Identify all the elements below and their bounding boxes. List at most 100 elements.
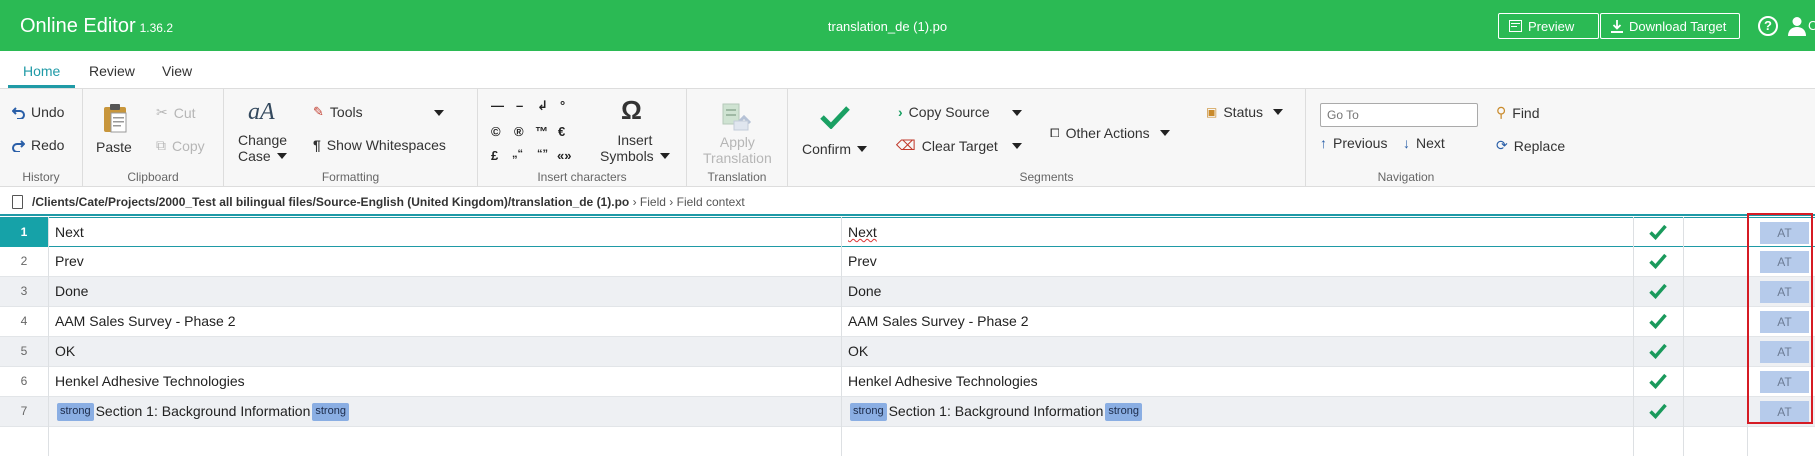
source-cell[interactable]: Prev <box>55 247 84 276</box>
undo-label: Undo <box>31 104 65 120</box>
chevron-right-icon: › <box>898 104 903 120</box>
symbol-em-dash[interactable]: — <box>491 98 504 113</box>
replace-button[interactable]: ⟳ Replace <box>1496 137 1565 154</box>
search-icon: ⚲ <box>1496 104 1507 120</box>
status-button[interactable]: ▣ Status <box>1206 104 1284 120</box>
segment-number: 3 <box>20 284 28 298</box>
symbol-guillemets[interactable]: «» <box>557 148 571 163</box>
segment-number: 2 <box>20 254 28 268</box>
segment-row[interactable]: 6 Henkel Adhesive Technologies Henkel Ad… <box>0 367 1815 397</box>
undo-button[interactable]: Undo <box>12 104 64 120</box>
column-divider <box>1633 217 1634 456</box>
chevron-down-icon[interactable] <box>1012 110 1022 116</box>
tag-strong-close[interactable]: strong <box>1105 403 1142 422</box>
target-cell[interactable]: strong Section 1: Background Information s… <box>848 397 1144 426</box>
download-target-label: Download Target <box>1629 18 1727 34</box>
symbol-english-quotes[interactable]: “” <box>537 148 548 160</box>
preview-button[interactable]: Preview <box>1498 13 1599 39</box>
paste-icon[interactable] <box>103 103 127 133</box>
cut-label: Cut <box>173 104 196 121</box>
goto-input[interactable] <box>1320 103 1478 127</box>
segment-row[interactable]: 5 OK OK AT <box>0 337 1815 367</box>
symbol-en-dash[interactable]: – <box>516 98 523 113</box>
source-cell[interactable]: Next <box>55 218 84 247</box>
redo-icon <box>12 139 25 152</box>
show-whitespaces-button[interactable]: ¶ Show Whitespaces <box>313 137 446 153</box>
insert-symbols-label-1: Insert <box>617 132 653 148</box>
cut-button[interactable]: ✂ Cut <box>156 104 196 121</box>
segment-row[interactable]: 1 Next Next AT <box>0 217 1815 247</box>
clear-target-button[interactable]: ⌫ Clear Target <box>896 137 998 154</box>
paste-button[interactable]: Paste <box>96 139 132 155</box>
source-cell[interactable]: Henkel Adhesive Technologies <box>55 367 245 396</box>
copy-icon: ⧉ <box>156 137 166 153</box>
previous-button[interactable]: ↑ Previous <box>1320 135 1387 151</box>
symbol-copyright[interactable]: © <box>491 124 501 139</box>
target-cell[interactable]: OK <box>848 337 868 366</box>
target-cell[interactable]: AAM Sales Survey - Phase 2 <box>848 307 1029 336</box>
apply-translation-icon[interactable] <box>722 103 752 131</box>
chevron-down-icon[interactable] <box>1012 143 1022 149</box>
confirm-button[interactable]: Confirm <box>802 141 868 157</box>
undo-icon <box>12 106 25 119</box>
tag-strong-close[interactable]: strong <box>312 403 349 422</box>
change-case-button[interactable]: Change Case <box>238 132 287 164</box>
source-cell[interactable]: OK <box>55 337 75 366</box>
tag-strong-open[interactable]: strong <box>57 403 94 422</box>
chevron-down-icon[interactable] <box>434 110 444 116</box>
target-cell[interactable]: Done <box>848 277 881 306</box>
segment-row[interactable]: 3 Done Done AT <box>0 277 1815 307</box>
segment-row[interactable]: 7 strong Section 1: Background Informatio… <box>0 397 1815 427</box>
apply-translation-label-1: Apply <box>719 134 755 150</box>
source-cell[interactable]: Done <box>55 277 88 306</box>
find-button[interactable]: ⚲ Find <box>1496 104 1540 121</box>
help-icon[interactable]: ? <box>1758 16 1778 36</box>
symbol-german-quotes[interactable]: „“ <box>512 148 523 160</box>
breadcrumb-separator: › <box>632 195 640 209</box>
tab-review[interactable]: Review <box>89 63 135 79</box>
insert-characters-group-label: Insert characters <box>537 170 627 184</box>
segment-row[interactable]: 4 AAM Sales Survey - Phase 2 AAM Sales S… <box>0 307 1815 337</box>
copy-source-button[interactable]: › Copy Source <box>898 104 990 120</box>
copy-button[interactable]: ⧉ Copy <box>156 137 205 154</box>
redo-button[interactable]: Redo <box>12 137 64 153</box>
symbol-euro[interactable]: € <box>558 124 565 139</box>
segment-row[interactable]: 2 Prev Prev AT <box>0 247 1815 277</box>
column-divider <box>841 217 842 456</box>
tab-view[interactable]: View <box>162 63 192 79</box>
symbol-degree[interactable]: ° <box>560 98 565 113</box>
source-cell[interactable]: strong Section 1: Background Information s… <box>55 397 351 426</box>
next-button[interactable]: ↓ Next <box>1403 135 1445 151</box>
symbol-registered[interactable]: ® <box>514 124 524 139</box>
other-actions-label: Other Actions <box>1065 125 1150 141</box>
navigation-group-label: Navigation <box>1377 170 1435 184</box>
user-name-initial[interactable]: C <box>1808 18 1815 33</box>
tab-home[interactable]: Home <box>23 63 60 79</box>
copy-label: Copy <box>172 137 205 154</box>
chevron-down-icon <box>276 153 287 159</box>
target-cell[interactable]: Henkel Adhesive Technologies <box>848 367 1038 396</box>
change-case-icon[interactable]: aA <box>248 99 275 126</box>
target-cell[interactable]: Prev <box>848 247 877 276</box>
omega-icon[interactable]: Ω <box>621 95 642 126</box>
tools-dropdown[interactable]: ✎ Tools <box>313 104 363 120</box>
segment-number: 5 <box>20 344 28 358</box>
breadcrumb-field-context[interactable]: Field context <box>677 195 745 209</box>
apply-translation-button[interactable]: Apply Translation <box>703 134 772 166</box>
cut-icon: ✂ <box>156 104 168 120</box>
symbol-trademark[interactable]: ™ <box>535 124 548 139</box>
insert-symbols-button[interactable]: Insert Symbols <box>600 132 670 164</box>
source-cell[interactable]: AAM Sales Survey - Phase 2 <box>55 307 236 336</box>
symbol-pound[interactable]: £ <box>491 148 498 163</box>
symbol-line-break[interactable]: ↲ <box>537 98 548 114</box>
target-cell[interactable]: Next <box>848 218 877 247</box>
confirm-checkmark-icon[interactable] <box>820 105 850 129</box>
breadcrumb-separator: › <box>669 195 677 209</box>
download-target-button[interactable]: Download Target <box>1600 13 1740 39</box>
tag-strong-open[interactable]: strong <box>850 403 887 422</box>
user-icon[interactable] <box>1788 16 1806 36</box>
other-actions-button[interactable]: ⧠ Other Actions <box>1050 125 1170 141</box>
status-label: Status <box>1223 104 1264 120</box>
breadcrumb-field[interactable]: Field <box>640 195 666 209</box>
confirmed-check-icon <box>1649 403 1667 419</box>
